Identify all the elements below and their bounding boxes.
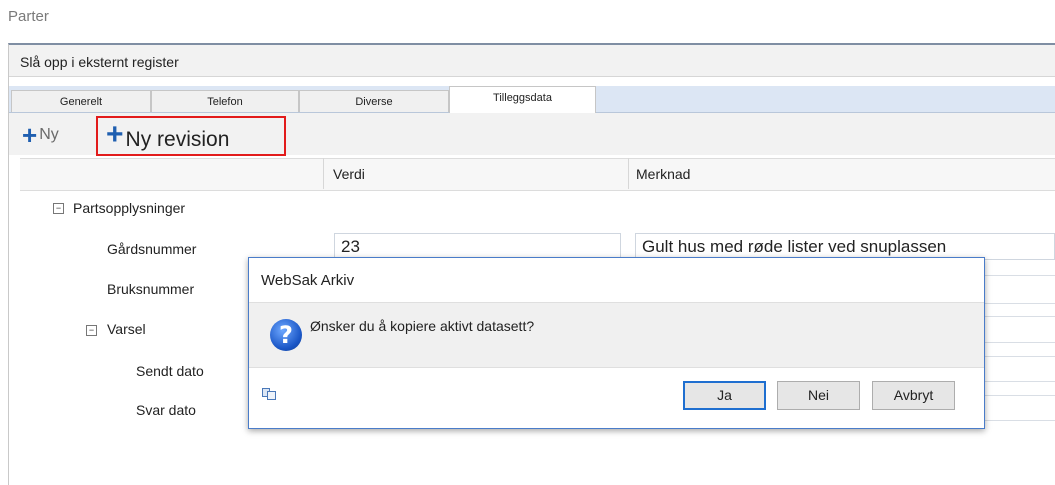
no-button[interactable]: Nei [777,381,860,410]
page-title: Parter [8,8,49,25]
grid-header [20,158,1055,191]
tree-group-partsopplysninger: Partsopplysninger [73,200,186,216]
cancel-button[interactable]: Avbryt [872,381,955,410]
tab-generelt[interactable]: Generelt [11,90,151,112]
column-separator [323,158,324,189]
field-border [985,420,1055,421]
yes-button[interactable]: Ja [683,381,766,410]
note-field-gardsnummer[interactable]: Gult hus med røde lister ved snuplassen [635,233,1055,260]
collapse-icon[interactable]: − [86,325,97,336]
tab-tilleggsdata[interactable]: Tilleggsdata [449,86,596,113]
row-label-bruksnummer: Bruksnummer [107,281,195,297]
row-label-sendt-dato: Sendt dato [136,363,204,379]
tree-group-varsel: Varsel [107,321,146,337]
copy-icon[interactable] [262,388,276,400]
lookup-external-register-link[interactable]: Slå opp i eksternt register [20,54,179,70]
new-button-label: Ny [39,126,59,143]
new-revision-label: Ny revision [125,128,230,151]
new-revision-button[interactable]: + Ny revision [96,116,286,156]
dialog-title: WebSak Arkiv [261,272,355,289]
field-border [985,303,1055,304]
column-separator [628,158,629,189]
field-border [985,395,1055,396]
tab-diverse[interactable]: Diverse [299,90,449,112]
row-label-svar-dato: Svar dato [136,402,196,418]
field-border [985,356,1055,357]
collapse-icon[interactable]: − [53,203,64,214]
plus-icon: + [106,118,124,151]
row-label-gardsnummer: Gårdsnummer [107,241,197,257]
column-header-verdi[interactable]: Verdi [333,166,365,182]
dialog-body [249,302,984,368]
tab-telefon[interactable]: Telefon [151,90,299,112]
dialog-message: Ønsker du å kopiere aktivt datasett? [310,318,535,334]
column-header-merknad[interactable]: Merknad [636,166,690,182]
plus-icon: + [22,120,38,150]
question-icon: ? [270,319,302,351]
new-button[interactable]: + Ny [22,120,59,150]
field-border [985,342,1055,343]
field-border [985,316,1055,317]
field-border [985,275,1055,276]
value-field-gardsnummer[interactable]: 23 [334,233,621,260]
field-border [985,381,1055,382]
